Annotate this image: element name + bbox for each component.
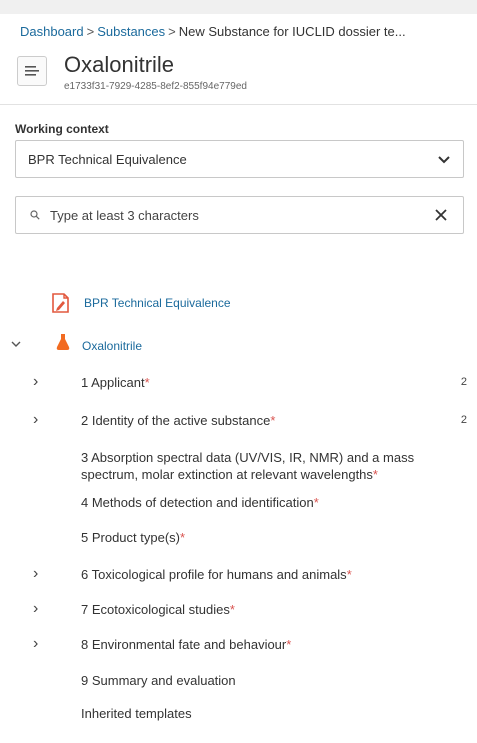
- required-marker: *: [270, 413, 276, 428]
- chevron-down-icon: [438, 156, 450, 164]
- required-marker: *: [286, 637, 292, 652]
- chevron-right-icon[interactable]: ›: [33, 374, 38, 390]
- menu-button[interactable]: [17, 56, 47, 86]
- tree-node-text: 9 Summary and evaluation: [81, 673, 236, 688]
- menu-lines-icon: [25, 66, 39, 76]
- breadcrumb-separator: >: [86, 24, 95, 39]
- tree-node-text: 4 Methods of detection and identificatio…: [81, 495, 314, 510]
- divider: [0, 104, 477, 105]
- substance-uuid: e1733f31-7929-4285-8ef2-855f94e779ed: [64, 81, 247, 92]
- required-marker: *: [229, 602, 235, 617]
- document-edit-icon: [52, 293, 69, 313]
- tree-node-label[interactable]: 3 Absorption spectral data (UV/VIS, IR, …: [81, 449, 473, 483]
- close-icon[interactable]: [433, 207, 449, 223]
- tree-node-label[interactable]: 2 Identity of the active substance*: [81, 412, 473, 429]
- chevron-right-icon[interactable]: ›: [33, 566, 38, 582]
- breadcrumb-separator: >: [168, 24, 176, 39]
- tree-node-count: 2: [460, 376, 467, 388]
- tree-node-text: 7 Ecotoxicological studies: [81, 602, 230, 617]
- required-marker: *: [180, 530, 186, 545]
- top-bar: [0, 0, 477, 14]
- tree-node-label[interactable]: Inherited templates: [81, 705, 473, 722]
- chevron-right-icon[interactable]: ›: [33, 412, 38, 428]
- tree-node-text: 6 Toxicological profile for humans and a…: [81, 567, 347, 582]
- tree-node-label[interactable]: 6 Toxicological profile for humans and a…: [81, 566, 473, 583]
- tree-node-text: 2 Identity of the active substance: [81, 413, 271, 428]
- search-placeholder: Type at least 3 characters: [50, 207, 199, 223]
- template-link[interactable]: BPR Technical Equivalence: [84, 296, 231, 310]
- tree-node-label[interactable]: 4 Methods of detection and identificatio…: [81, 494, 473, 511]
- required-marker: *: [313, 495, 319, 510]
- substance-link[interactable]: Oxalonitrile: [82, 339, 142, 353]
- breadcrumb: Dashboard > Substances > New Substance for I…: [20, 24, 470, 39]
- tree-node-text: 3 Absorption spectral data (UV/VIS, IR, …: [81, 450, 415, 482]
- working-context-label: Working context: [15, 122, 109, 136]
- required-marker: *: [144, 375, 150, 390]
- search-input[interactable]: Type at least 3 characters: [15, 196, 464, 234]
- working-context-select[interactable]: BPR Technical Equivalence: [15, 140, 464, 178]
- chevron-right-icon[interactable]: ›: [33, 636, 38, 652]
- tree-node-text: Inherited templates: [81, 706, 192, 721]
- tree-node-text: 5 Product type(s): [81, 530, 180, 545]
- flask-icon: [56, 334, 70, 350]
- tree-node-label[interactable]: 8 Environmental fate and behaviour*: [81, 636, 473, 653]
- tree-node-label[interactable]: 5 Product type(s)*: [81, 529, 473, 546]
- tree-node-text: 1 Applicant: [81, 375, 145, 390]
- breadcrumb-substances[interactable]: Substances: [97, 24, 165, 39]
- chevron-down-icon[interactable]: [11, 340, 21, 348]
- tree-node-text: 8 Environmental fate and behaviour: [81, 637, 287, 652]
- chevron-right-icon[interactable]: ›: [33, 601, 38, 617]
- working-context-value: BPR Technical Equivalence: [28, 151, 187, 167]
- page-title: Oxalonitrile: [64, 52, 175, 77]
- tree-node-label[interactable]: 7 Ecotoxicological studies*: [81, 601, 473, 618]
- search-icon: [30, 210, 40, 220]
- breadcrumb-current: New Substance for IUCLID dossier te...: [178, 24, 406, 39]
- required-marker: *: [372, 467, 378, 482]
- required-marker: *: [346, 567, 352, 582]
- tree-node-label[interactable]: 9 Summary and evaluation: [81, 672, 473, 689]
- tree-node-label[interactable]: 1 Applicant*: [81, 374, 473, 391]
- breadcrumb-dashboard[interactable]: Dashboard: [20, 24, 84, 39]
- tree-node-count: 2: [460, 414, 467, 426]
